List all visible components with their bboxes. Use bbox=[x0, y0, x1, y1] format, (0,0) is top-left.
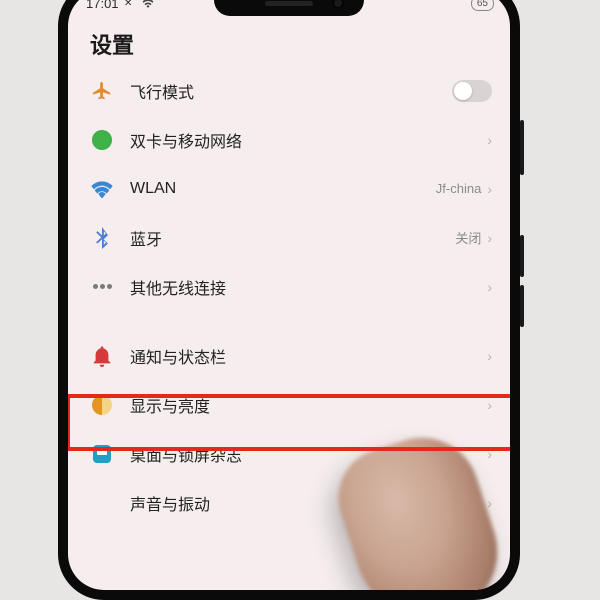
bell-icon bbox=[90, 344, 114, 368]
bluetooth-icon bbox=[90, 226, 114, 250]
chevron-right-icon: › bbox=[487, 397, 492, 413]
screen: 17:01 ✕ 65 设置 飞行模式 双卡与移动网络 › bbox=[68, 0, 510, 590]
row-label: 通知与状态栏 bbox=[130, 344, 487, 368]
row-display-brightness[interactable]: 显示与亮度 › bbox=[68, 380, 510, 429]
row-label: 其他无线连接 bbox=[130, 275, 487, 299]
row-label: 蓝牙 bbox=[130, 226, 455, 250]
clock: 17:01 bbox=[86, 0, 119, 11]
chevron-right-icon: › bbox=[487, 230, 492, 246]
row-wlan[interactable]: WLAN Jf-china › bbox=[68, 164, 510, 213]
section-gap bbox=[68, 311, 510, 331]
chevron-right-icon: › bbox=[487, 348, 492, 364]
phone-frame: 17:01 ✕ 65 设置 飞行模式 双卡与移动网络 › bbox=[58, 0, 520, 600]
row-label: 飞行模式 bbox=[130, 79, 452, 103]
wifi-icon bbox=[142, 0, 154, 11]
row-sim-network[interactable]: 双卡与移动网络 › bbox=[68, 115, 510, 164]
chevron-right-icon: › bbox=[487, 446, 492, 462]
row-value: Jf-china bbox=[436, 181, 482, 196]
row-value: 关闭 bbox=[455, 228, 481, 247]
more-icon bbox=[90, 275, 114, 299]
row-label: 显示与亮度 bbox=[130, 393, 487, 417]
sound-icon bbox=[90, 491, 114, 515]
row-airplane-mode[interactable]: 飞行模式 bbox=[68, 66, 510, 115]
chevron-right-icon: › bbox=[487, 132, 492, 148]
row-bluetooth[interactable]: 蓝牙 关闭 › bbox=[68, 213, 510, 262]
volume-up-button bbox=[520, 235, 524, 277]
brightness-icon bbox=[90, 393, 114, 417]
globe-icon bbox=[90, 128, 114, 152]
volume-down-button bbox=[520, 285, 524, 327]
chevron-right-icon: › bbox=[487, 181, 492, 197]
power-button bbox=[520, 120, 524, 175]
row-other-wireless[interactable]: 其他无线连接 › bbox=[68, 262, 510, 311]
airplane-toggle[interactable] bbox=[452, 80, 492, 102]
row-notifications[interactable]: 通知与状态栏 › bbox=[68, 331, 510, 380]
row-label: WLAN bbox=[130, 180, 436, 198]
chevron-right-icon: › bbox=[487, 279, 492, 295]
airplane-icon bbox=[90, 79, 114, 103]
notch bbox=[214, 0, 364, 16]
battery-indicator: 65 bbox=[471, 0, 494, 11]
row-label: 双卡与移动网络 bbox=[130, 128, 487, 152]
chevron-right-icon: › bbox=[487, 495, 492, 511]
page-title: 设置 bbox=[68, 18, 510, 66]
signal-icon: ✕ bbox=[124, 0, 132, 9]
desktop-icon bbox=[90, 442, 114, 466]
wifi-icon bbox=[90, 177, 114, 201]
